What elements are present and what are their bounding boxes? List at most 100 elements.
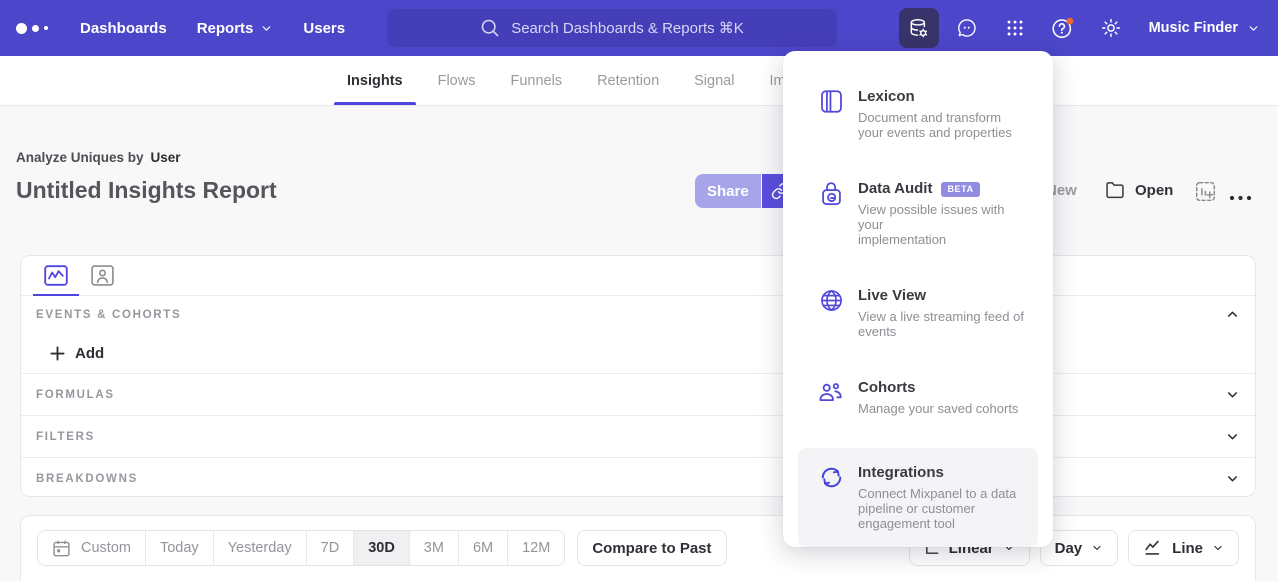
popover-item-integrations[interactable]: Integrations Connect Mixpanel to a data … <box>798 448 1038 547</box>
data-management-popover: Lexicon Document and transform your even… <box>783 51 1053 547</box>
tab-retention[interactable]: Retention <box>584 56 672 105</box>
nav-item-reports[interactable]: Reports <box>197 20 274 37</box>
add-label: Add <box>75 345 104 362</box>
beta-badge: BETA <box>941 182 979 197</box>
gear-icon <box>1100 17 1122 39</box>
query-builder-panel: EVENTS & COHORTS Add FORMULAS FILTERS BR… <box>20 255 1256 497</box>
help-button[interactable] <box>1043 8 1083 48</box>
project-name: Music Finder <box>1149 20 1238 36</box>
logo-dot <box>16 23 27 34</box>
chevron-up-icon <box>1225 307 1240 322</box>
report-tabbar: Insights Flows Funnels Retention Signal … <box>0 56 1278 106</box>
popover-item-text: Integrations Connect Mixpanel to a data … <box>858 464 1016 531</box>
app-screen: Dashboards Reports Users Search Dashboar… <box>0 0 1278 581</box>
popover-item-text: Lexicon Document and transform your even… <box>858 88 1012 140</box>
analyze-prefix: Analyze Uniques by <box>16 150 144 165</box>
analyze-entity[interactable]: User <box>151 150 181 165</box>
chevron-down-icon <box>1247 22 1260 35</box>
add-event-button[interactable]: Add <box>21 333 1255 373</box>
popover-item-desc: Document and transform your events and p… <box>858 110 1012 140</box>
popover-item-desc: Manage your saved cohorts <box>858 401 1018 416</box>
help-icon <box>1050 16 1075 41</box>
data-management-button[interactable] <box>899 8 939 48</box>
section-breakdowns[interactable]: BREAKDOWNS <box>21 457 1255 499</box>
database-gear-icon <box>907 17 930 40</box>
popover-item-text: Data Audit BETA View possible issues wit… <box>858 180 1032 247</box>
tab-funnels[interactable]: Funnels <box>497 56 575 105</box>
range-label: Custom <box>81 540 131 556</box>
section-events-cohorts[interactable]: EVENTS & COHORTS <box>21 296 1255 333</box>
range-custom[interactable]: Custom <box>38 531 145 565</box>
range-3m[interactable]: 3M <box>409 531 458 565</box>
range-label: Yesterday <box>228 540 292 556</box>
range-label: Today <box>160 540 199 556</box>
popover-item-text: Cohorts Manage your saved cohorts <box>858 379 1018 416</box>
range-7d[interactable]: 7D <box>306 531 354 565</box>
search-input[interactable]: Search Dashboards & Reports ⌘K <box>387 9 837 47</box>
more-options-button[interactable] <box>1229 188 1252 206</box>
popover-item-title: Integrations <box>858 464 944 482</box>
integrations-sync-icon <box>818 465 844 490</box>
line-chart-icon <box>1143 538 1163 558</box>
tab-insights[interactable]: Insights <box>334 56 416 105</box>
popover-item-desc: View possible issues with your implement… <box>858 202 1032 247</box>
nav-item-users[interactable]: Users <box>303 20 345 37</box>
range-label: 6M <box>473 540 493 556</box>
section-label: BREAKDOWNS <box>36 473 138 485</box>
range-label: 3M <box>424 540 444 556</box>
section-label: FORMULAS <box>36 389 115 401</box>
popover-item-live-view[interactable]: Live View View a live streaming feed of … <box>798 287 1038 339</box>
tab-metrics-view[interactable] <box>33 256 79 295</box>
compare-to-past-button[interactable]: Compare to Past <box>577 530 726 566</box>
settings-button[interactable] <box>1091 8 1131 48</box>
open-report-button[interactable]: Open <box>1105 180 1173 200</box>
range-6m[interactable]: 6M <box>458 531 507 565</box>
top-nav: Dashboards Reports Users Search Dashboar… <box>0 0 1278 56</box>
range-30d[interactable]: 30D <box>353 531 409 565</box>
search-icon <box>480 18 500 38</box>
range-today[interactable]: Today <box>145 531 213 565</box>
nav-item-label: Reports <box>197 20 254 37</box>
chevron-down-icon <box>1225 471 1240 486</box>
add-to-board-button[interactable] <box>1195 181 1216 207</box>
tab-flows[interactable]: Flows <box>425 56 489 105</box>
range-label: 7D <box>321 540 340 556</box>
cohorts-people-icon <box>818 380 844 405</box>
popover-item-desc: Connect Mixpanel to a data pipeline or c… <box>858 486 1016 531</box>
nav-item-label: Dashboards <box>80 20 167 37</box>
plus-icon <box>50 346 65 361</box>
nav-item-dashboards[interactable]: Dashboards <box>80 20 167 37</box>
popover-item-desc: View a live streaming feed of events <box>858 309 1024 339</box>
line-chart-tab-icon <box>44 265 68 286</box>
mixpanel-logo-icon[interactable] <box>16 23 60 34</box>
chart-type-dropdown[interactable]: Line <box>1128 530 1239 566</box>
project-switcher[interactable]: Music Finder <box>1145 8 1264 48</box>
page-title[interactable]: Untitled Insights Report <box>16 177 277 204</box>
popover-item-cohorts[interactable]: Cohorts Manage your saved cohorts <box>798 379 1038 416</box>
range-label: 12M <box>522 540 550 556</box>
search-placeholder: Search Dashboards & Reports ⌘K <box>511 19 744 37</box>
add-to-board-icon <box>1195 181 1216 202</box>
chevron-down-icon <box>1091 542 1103 554</box>
messages-button[interactable] <box>947 8 987 48</box>
tab-profiles-view[interactable] <box>79 256 125 295</box>
popover-item-lexicon[interactable]: Lexicon Document and transform your even… <box>798 88 1038 140</box>
calendar-icon <box>52 539 71 558</box>
section-label: FILTERS <box>36 431 95 443</box>
tab-signal[interactable]: Signal <box>681 56 747 105</box>
apps-grid-button[interactable] <box>995 8 1035 48</box>
nav-item-label: Users <box>303 20 345 37</box>
section-filters[interactable]: FILTERS <box>21 415 1255 457</box>
globe-icon <box>818 288 844 313</box>
section-formulas[interactable]: FORMULAS <box>21 373 1255 415</box>
range-12m[interactable]: 12M <box>507 531 564 565</box>
apps-grid-icon <box>1004 17 1026 39</box>
chevron-down-icon <box>260 22 273 35</box>
chart-type-label: Line <box>1172 540 1203 557</box>
share-button[interactable]: Share <box>695 174 761 208</box>
logo-dot <box>32 25 39 32</box>
folder-icon <box>1105 180 1125 200</box>
logo-dot <box>44 26 48 30</box>
range-yesterday[interactable]: Yesterday <box>213 531 306 565</box>
popover-item-data-audit[interactable]: Data Audit BETA View possible issues wit… <box>798 180 1038 247</box>
